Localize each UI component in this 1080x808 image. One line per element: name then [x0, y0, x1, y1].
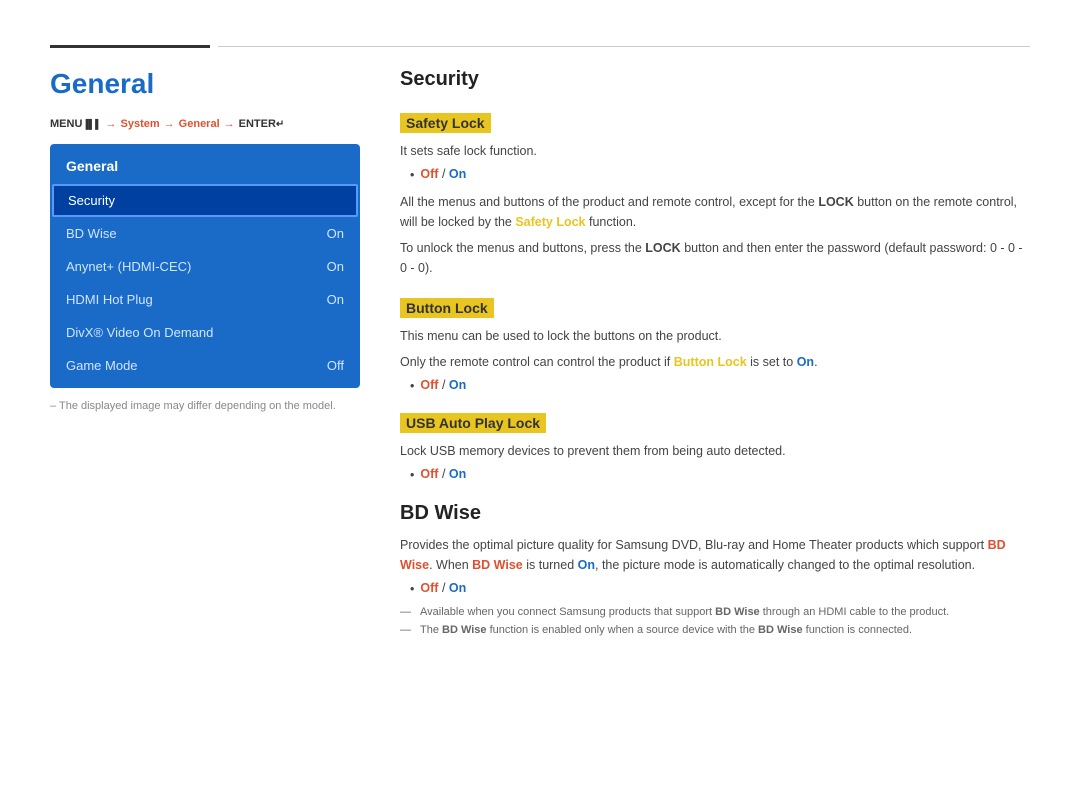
safety-lock-title: Safety Lock: [400, 113, 491, 133]
nav-item-anynet-value: On: [327, 259, 344, 274]
nav-item-divx[interactable]: DivX® Video On Demand: [50, 316, 360, 349]
slash: /: [442, 167, 449, 181]
nav-item-hdmi-value: On: [327, 292, 344, 307]
nav-menu: General Security BD Wise On Anynet+ (HDM…: [50, 144, 360, 388]
bd-wise-footnote2: The BD Wise function is enabled only whe…: [400, 624, 1030, 636]
bd-wise-footnote1: Available when you connect Samsung produ…: [400, 606, 1030, 618]
bullet-dot-2: •: [410, 379, 414, 393]
slash-2: /: [442, 378, 449, 392]
nav-item-anynet-label: Anynet+ (HDMI-CEC): [66, 259, 191, 274]
usb-auto-play-desc1: Lock USB memory devices to prevent them …: [400, 441, 1030, 461]
on-label-3: On: [449, 467, 466, 481]
right-panel: Security Safety Lock It sets safe lock f…: [400, 58, 1030, 636]
nav-item-bdwise-value: On: [327, 226, 344, 241]
button-lock-desc1: This menu can be used to lock the button…: [400, 326, 1030, 346]
nav-item-hdmi-label: HDMI Hot Plug: [66, 292, 153, 307]
button-lock-section: Button Lock This menu can be used to loc…: [400, 294, 1030, 393]
bullet-dot-4: •: [410, 582, 414, 596]
arrow-1: →: [106, 118, 117, 130]
safety-lock-desc1: It sets safe lock function.: [400, 141, 1030, 161]
safety-lock-section: Safety Lock It sets safe lock function. …: [400, 109, 1030, 278]
security-section-title: Security: [400, 68, 1030, 91]
off-label-2: Off: [420, 378, 438, 392]
bd-wise-section: BD Wise Provides the optimal picture qua…: [400, 502, 1030, 636]
top-rule-left: [50, 45, 210, 48]
general-label: General: [179, 118, 220, 130]
nav-item-game-mode-label: Game Mode: [66, 358, 138, 373]
usb-auto-play-title: USB Auto Play Lock: [400, 413, 546, 433]
breadcrumb: MENU▐▌▌ → System → General → ENTER↵: [50, 118, 360, 130]
nav-item-divx-label: DivX® Video On Demand: [66, 325, 213, 340]
note-text: The displayed image may differ depending…: [50, 400, 360, 412]
bd-wise-off-on: Off / On: [420, 581, 466, 595]
usb-auto-play-section: USB Auto Play Lock Lock USB memory devic…: [400, 409, 1030, 482]
button-lock-desc2: Only the remote control can control the …: [400, 352, 1030, 372]
arrow-3: →: [224, 118, 235, 130]
system-label: System: [121, 118, 160, 130]
button-lock-bullet: • Off / On: [410, 378, 1030, 393]
usb-auto-play-off-on: Off / On: [420, 467, 466, 481]
bullet-dot-3: •: [410, 468, 414, 482]
nav-item-bdwise[interactable]: BD Wise On: [50, 217, 360, 250]
slash-3: /: [442, 467, 449, 481]
nav-item-anynet[interactable]: Anynet+ (HDMI-CEC) On: [50, 250, 360, 283]
on-label: On: [449, 167, 466, 181]
menu-label: MENU▐▌▌: [50, 118, 102, 130]
button-lock-title: Button Lock: [400, 298, 494, 318]
page-title: General: [50, 68, 360, 100]
bd-wise-desc1: Provides the optimal picture quality for…: [400, 535, 1030, 575]
enter-label: ENTER↵: [239, 118, 285, 130]
nav-item-game-mode[interactable]: Game Mode Off: [50, 349, 360, 382]
usb-auto-play-bullet: • Off / On: [410, 467, 1030, 482]
safety-lock-desc2: All the menus and buttons of the product…: [400, 192, 1030, 232]
arrow-2: →: [164, 118, 175, 130]
on-label-4: On: [449, 581, 466, 595]
bullet-dot: •: [410, 168, 414, 182]
bd-wise-title: BD Wise: [400, 502, 1030, 525]
nav-item-security-label: Security: [68, 193, 115, 208]
nav-item-bdwise-label: BD Wise: [66, 226, 117, 241]
nav-item-hdmi-hot-plug[interactable]: HDMI Hot Plug On: [50, 283, 360, 316]
page-layout: General MENU▐▌▌ → System → General → ENT…: [0, 58, 1080, 636]
button-lock-off-on: Off / On: [420, 378, 466, 392]
on-label-2: On: [449, 378, 466, 392]
off-label-4: Off: [420, 581, 438, 595]
safety-lock-bullet: • Off / On: [410, 167, 1030, 182]
off-label-3: Off: [420, 467, 438, 481]
nav-item-game-mode-value: Off: [327, 358, 344, 373]
top-rule-right: [218, 46, 1030, 47]
nav-item-security[interactable]: Security: [52, 184, 358, 217]
slash-4: /: [442, 581, 449, 595]
off-label: Off: [420, 167, 438, 181]
nav-menu-header: General: [50, 150, 360, 184]
left-panel: General MENU▐▌▌ → System → General → ENT…: [50, 58, 360, 636]
safety-lock-off-on: Off / On: [420, 167, 466, 181]
bd-wise-bullet: • Off / On: [410, 581, 1030, 596]
safety-lock-desc3: To unlock the menus and buttons, press t…: [400, 238, 1030, 278]
top-rule-container: [0, 45, 1080, 48]
